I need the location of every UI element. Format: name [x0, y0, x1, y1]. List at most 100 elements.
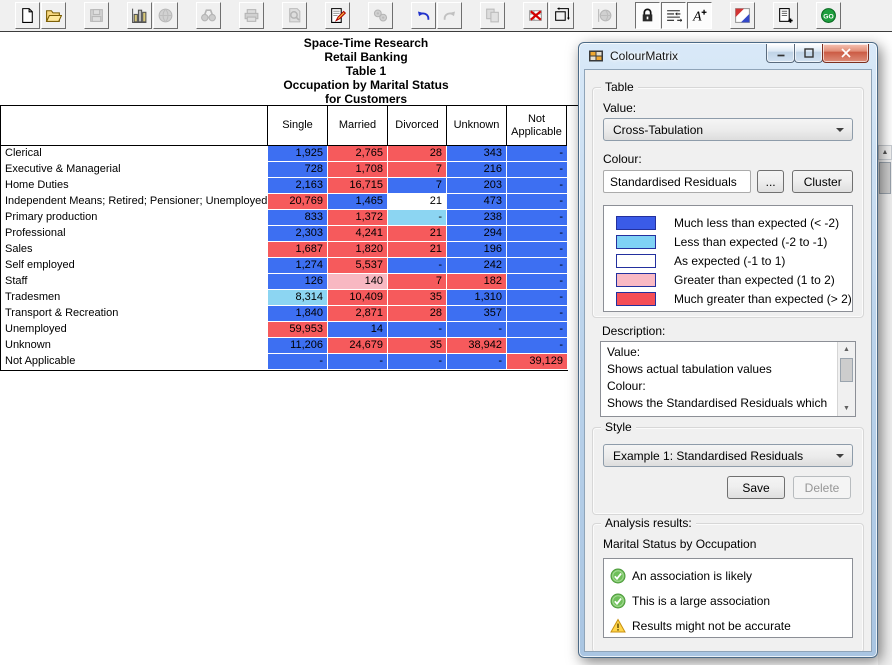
switch-axes-button[interactable] — [549, 2, 574, 29]
data-cell[interactable]: 182 — [447, 274, 506, 289]
row-label[interactable]: Sales — [0, 242, 267, 257]
row-label[interactable]: Unemployed — [0, 322, 267, 337]
data-cell[interactable]: 1,372 — [328, 210, 387, 225]
browse-button[interactable]: ... — [757, 170, 785, 193]
add-table-button[interactable] — [773, 2, 798, 29]
vertical-scrollbar[interactable]: ▲ — [878, 145, 892, 665]
data-cell[interactable]: - — [507, 290, 567, 305]
row-label[interactable]: Executive & Managerial — [0, 162, 267, 177]
data-cell[interactable]: - — [507, 162, 567, 177]
row-label[interactable]: Not Applicable — [0, 354, 267, 369]
data-cell[interactable]: 1,840 — [268, 306, 327, 321]
data-cell[interactable]: 357 — [447, 306, 506, 321]
data-cell[interactable]: 21 — [388, 194, 446, 209]
colour-matrix-button[interactable] — [730, 2, 755, 29]
data-cell[interactable]: - — [507, 146, 567, 161]
minimize-button[interactable] — [766, 44, 795, 63]
row-label[interactable]: Clerical — [0, 146, 267, 161]
row-label[interactable]: Tradesmen — [0, 290, 267, 305]
data-cell[interactable]: 2,163 — [268, 178, 327, 193]
data-cell[interactable]: 242 — [447, 258, 506, 273]
close-button[interactable] — [822, 44, 869, 63]
font-size-button[interactable]: A — [687, 2, 712, 29]
row-label[interactable]: Primary production — [0, 210, 267, 225]
data-cell[interactable]: 1,925 — [268, 146, 327, 161]
data-cell[interactable]: 7 — [388, 162, 446, 177]
data-cell[interactable]: 126 — [268, 274, 327, 289]
data-cell[interactable]: 28 — [388, 146, 446, 161]
dialog-titlebar[interactable]: ColourMatrix — [579, 43, 877, 69]
save-button[interactable]: Save — [727, 476, 785, 499]
data-cell[interactable]: - — [507, 322, 567, 337]
maximize-button[interactable] — [794, 44, 823, 63]
data-cell[interactable]: - — [388, 210, 446, 225]
scrollbar-thumb[interactable] — [879, 162, 891, 194]
new-document-button[interactable] — [15, 2, 40, 29]
data-cell[interactable]: 21 — [388, 226, 446, 241]
data-cell[interactable]: 728 — [268, 162, 327, 177]
edit-annotations-button[interactable] — [325, 2, 350, 29]
data-cell[interactable]: 1,310 — [447, 290, 506, 305]
data-cell[interactable]: - — [328, 354, 387, 369]
data-cell[interactable]: - — [507, 338, 567, 353]
row-label[interactable]: Transport & Recreation — [0, 306, 267, 321]
remove-item-button[interactable] — [523, 2, 548, 29]
data-cell[interactable]: - — [507, 178, 567, 193]
data-cell[interactable]: 1,687 — [268, 242, 327, 257]
open-file-button[interactable] — [41, 2, 66, 29]
data-cell[interactable]: 2,765 — [328, 146, 387, 161]
data-cell[interactable]: - — [507, 210, 567, 225]
data-cell[interactable]: - — [507, 258, 567, 273]
go-button[interactable]: GO — [816, 2, 841, 29]
value-select[interactable]: Cross-Tabulation — [603, 118, 853, 141]
data-cell[interactable]: 2,871 — [328, 306, 387, 321]
data-cell[interactable]: 38,942 — [447, 338, 506, 353]
scroll-down-icon[interactable]: ▼ — [838, 401, 855, 416]
data-cell[interactable]: 238 — [447, 210, 506, 225]
data-cell[interactable]: 39,129 — [507, 354, 567, 369]
data-cell[interactable]: - — [268, 354, 327, 369]
column-header[interactable]: Single — [267, 106, 327, 145]
data-cell[interactable]: 16,715 — [328, 178, 387, 193]
data-cell[interactable]: - — [388, 322, 446, 337]
data-cell[interactable]: 5,537 — [328, 258, 387, 273]
data-cell[interactable]: 473 — [447, 194, 506, 209]
data-cell[interactable]: 24,679 — [328, 338, 387, 353]
data-cell[interactable]: 833 — [268, 210, 327, 225]
data-cell[interactable]: 7 — [388, 274, 446, 289]
column-header[interactable]: Not Applicable — [506, 106, 567, 145]
row-label[interactable]: Unknown — [0, 338, 267, 353]
data-cell[interactable]: 21 — [388, 242, 446, 257]
data-cell[interactable]: - — [507, 194, 567, 209]
autofit-button[interactable] — [661, 2, 686, 29]
data-cell[interactable]: - — [507, 306, 567, 321]
data-cell[interactable]: 1,465 — [328, 194, 387, 209]
style-select[interactable]: Example 1: Standardised Residuals — [603, 444, 853, 467]
data-cell[interactable]: 10,409 — [328, 290, 387, 305]
data-cell[interactable]: 7 — [388, 178, 446, 193]
data-cell[interactable]: 28 — [388, 306, 446, 321]
scroll-up-icon[interactable]: ▲ — [878, 145, 892, 160]
cluster-button[interactable]: Cluster — [792, 170, 853, 193]
data-cell[interactable]: 59,953 — [268, 322, 327, 337]
bar-chart-button[interactable] — [127, 2, 152, 29]
data-cell[interactable]: 11,206 — [268, 338, 327, 353]
column-header[interactable]: Unknown — [446, 106, 506, 145]
scrollbar-thumb[interactable] — [840, 358, 853, 382]
data-cell[interactable]: 203 — [447, 178, 506, 193]
data-cell[interactable]: 196 — [447, 242, 506, 257]
row-label[interactable]: Staff — [0, 274, 267, 289]
data-cell[interactable]: - — [447, 354, 506, 369]
lock-button[interactable] — [635, 2, 660, 29]
data-cell[interactable]: 20,769 — [268, 194, 327, 209]
data-cell[interactable]: - — [507, 274, 567, 289]
data-cell[interactable]: - — [447, 322, 506, 337]
column-header[interactable]: Married — [327, 106, 387, 145]
data-cell[interactable]: 4,241 — [328, 226, 387, 241]
data-cell[interactable]: 14 — [328, 322, 387, 337]
data-cell[interactable]: - — [388, 354, 446, 369]
row-label[interactable]: Independent Means; Retired; Pensioner; U… — [0, 194, 267, 209]
undo-button[interactable] — [411, 2, 436, 29]
data-cell[interactable]: 1,708 — [328, 162, 387, 177]
row-label[interactable]: Home Duties — [0, 178, 267, 193]
